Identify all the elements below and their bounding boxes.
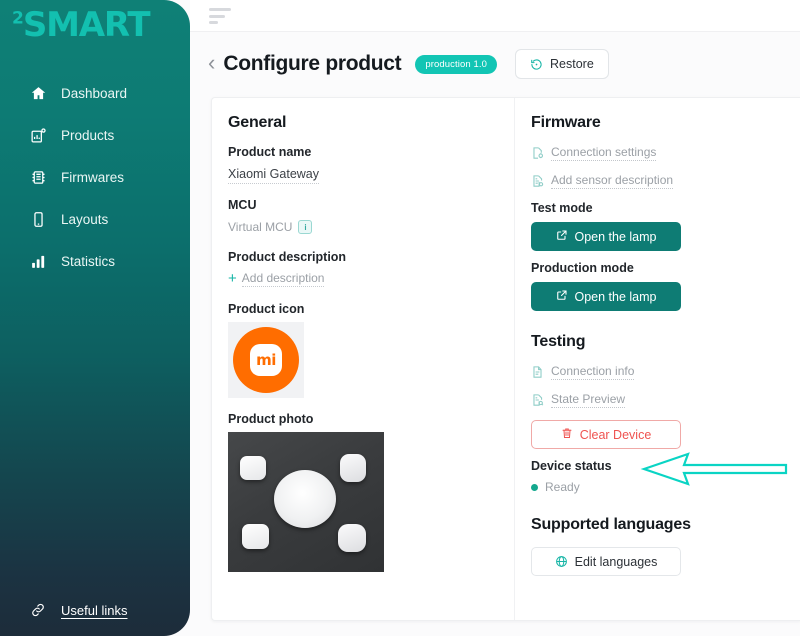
- menu-icon[interactable]: [209, 8, 231, 28]
- connection-settings-link[interactable]: Connection settings: [531, 145, 783, 161]
- photo-device-sensor-1: [240, 456, 266, 480]
- mcu-value-row[interactable]: Virtual MCU i: [228, 220, 313, 234]
- page-title: Configure product: [223, 52, 402, 75]
- product-name-value[interactable]: Xiaomi Gateway: [228, 167, 320, 184]
- mcu-value: Virtual MCU: [228, 220, 293, 234]
- general-section-title: General: [228, 114, 287, 131]
- test-mode-button-label: Open the lamp: [574, 229, 657, 244]
- photo-device-hub: [274, 470, 336, 528]
- topbar: [190, 0, 800, 32]
- sidebar-useful-links[interactable]: Useful links: [28, 600, 127, 620]
- photo-device-button-2: [338, 524, 366, 552]
- mcu-info-badge-icon: i: [298, 220, 313, 234]
- state-preview-label: State Preview: [551, 392, 626, 408]
- bar-chart-icon: [28, 251, 48, 271]
- firmware-column: Firmware Connection settings Add sensor …: [514, 98, 800, 620]
- document-settings-icon: [531, 146, 544, 160]
- testing-section-title: Testing: [531, 333, 586, 350]
- logo-superscript: 2: [12, 8, 24, 29]
- production-mode-label: Production mode: [531, 261, 634, 275]
- sidebar-item-label: Products: [61, 127, 115, 143]
- clear-device-label: Clear Device: [579, 427, 652, 442]
- sidebar: 2SMART Dashboard Products Firmwares Layo…: [0, 0, 190, 636]
- sidebar-nav: Dashboard Products Firmwares Layouts Sta…: [0, 72, 190, 282]
- useful-links-label: Useful links: [61, 602, 128, 618]
- chevron-left-icon[interactable]: ‹: [208, 51, 215, 77]
- product-icon-label: Product icon: [228, 302, 305, 316]
- edit-languages-label: Edit languages: [574, 554, 658, 569]
- sidebar-item-label: Statistics: [61, 253, 116, 269]
- configure-product-card: General Product name Xiaomi Gateway MCU …: [211, 97, 800, 621]
- add-sensor-description-link[interactable]: Add sensor description: [531, 173, 783, 189]
- product-photo-label: Product photo: [228, 412, 314, 426]
- sidebar-item-statistics[interactable]: Statistics: [0, 240, 190, 282]
- firmware-section-title: Firmware: [531, 114, 601, 131]
- restore-icon: [530, 58, 543, 71]
- globe-icon: [555, 555, 568, 568]
- photo-device-sensor-2: [242, 524, 269, 549]
- trash-icon: [561, 427, 573, 442]
- restore-button[interactable]: Restore: [515, 49, 609, 79]
- general-column: General Product name Xiaomi Gateway MCU …: [212, 98, 514, 620]
- mobile-icon: [28, 209, 48, 229]
- sidebar-item-label: Dashboard: [61, 85, 128, 101]
- add-description-label: Add description: [241, 270, 325, 287]
- external-link-icon: [556, 289, 568, 304]
- version-badge: production 1.0: [415, 54, 497, 74]
- mi-logo-icon: mi: [233, 327, 299, 393]
- device-status-row: Ready: [531, 480, 783, 494]
- product-icon-preview[interactable]: mi: [228, 322, 304, 398]
- photo-device-button-1: [340, 454, 366, 482]
- link-icon: [28, 600, 48, 620]
- mcu-label: MCU: [228, 198, 257, 212]
- sidebar-item-layouts[interactable]: Layouts: [0, 198, 190, 240]
- external-link-icon: [556, 229, 568, 244]
- document-preview-icon: [531, 393, 544, 407]
- connection-settings-label: Connection settings: [551, 145, 657, 161]
- product-photo-preview[interactable]: [228, 432, 384, 572]
- production-mode-open-lamp-button[interactable]: Open the lamp: [531, 282, 681, 311]
- plus-icon: +: [228, 270, 237, 287]
- device-status-value: Ready: [545, 480, 580, 494]
- connection-info-label: Connection info: [551, 364, 635, 380]
- edit-languages-button[interactable]: Edit languages: [531, 547, 681, 576]
- document-icon: [531, 365, 544, 379]
- restore-button-label: Restore: [550, 57, 594, 71]
- production-mode-button-label: Open the lamp: [574, 289, 657, 304]
- brand-logo[interactable]: 2SMART: [12, 5, 151, 45]
- sidebar-item-dashboard[interactable]: Dashboard: [0, 72, 190, 114]
- app-root: 2SMART Dashboard Products Firmwares Layo…: [0, 0, 800, 636]
- mi-mark-text: mi: [250, 344, 282, 376]
- add-sensor-description-label: Add sensor description: [551, 173, 674, 189]
- state-preview-link[interactable]: State Preview: [531, 392, 783, 408]
- logo-text: SMART: [22, 5, 151, 45]
- page-header: ‹ Configure product production 1.0 Resto…: [208, 46, 609, 82]
- document-add-icon: [531, 174, 544, 188]
- product-name-label: Product name: [228, 145, 312, 159]
- product-description-label: Product description: [228, 250, 347, 264]
- sidebar-item-label: Layouts: [61, 211, 109, 227]
- sidebar-item-products[interactable]: Products: [0, 114, 190, 156]
- device-status-label: Device status: [531, 459, 612, 473]
- sidebar-item-firmwares[interactable]: Firmwares: [0, 156, 190, 198]
- test-mode-label: Test mode: [531, 201, 593, 215]
- status-dot-icon: [531, 483, 538, 491]
- connection-info-link[interactable]: Connection info: [531, 364, 783, 380]
- add-description-button[interactable]: + Add description: [228, 270, 325, 287]
- supported-languages-title: Supported languages: [531, 516, 691, 533]
- home-icon: [28, 83, 48, 103]
- test-mode-open-lamp-button[interactable]: Open the lamp: [531, 222, 681, 251]
- products-icon: [28, 125, 48, 145]
- sidebar-item-label: Firmwares: [61, 169, 124, 185]
- clear-device-button[interactable]: Clear Device: [531, 420, 681, 449]
- chip-icon: [28, 167, 48, 187]
